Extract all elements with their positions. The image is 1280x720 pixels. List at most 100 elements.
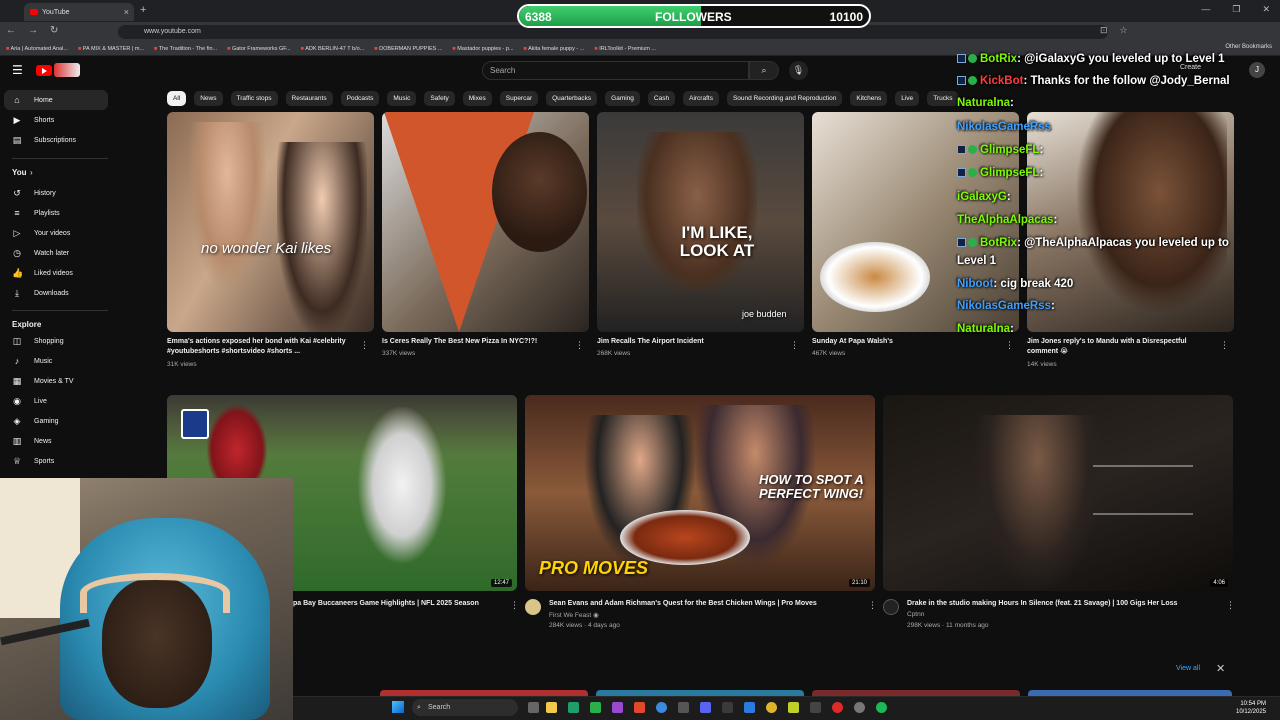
task-view-icon[interactable]: [528, 702, 539, 713]
chip-all[interactable]: All: [167, 91, 187, 106]
more-options-icon[interactable]: ⋮: [868, 600, 877, 611]
sidebar-item-playlists[interactable]: ≡ Playlists: [4, 203, 108, 223]
sidebar-item-home[interactable]: ⌂ Home: [4, 90, 108, 110]
app-icon[interactable]: [810, 702, 821, 713]
install-app-icon[interactable]: ⊡: [1100, 25, 1108, 36]
other-bookmarks[interactable]: Other Bookmarks: [1225, 44, 1272, 50]
video-title[interactable]: Sean Evans and Adam Richman's Quest for …: [549, 600, 817, 607]
new-tab-icon[interactable]: +: [140, 4, 146, 16]
reload-icon[interactable]: ↻: [50, 25, 58, 36]
discord-icon[interactable]: [700, 702, 711, 713]
sidebar-you-heading[interactable]: You: [12, 168, 27, 177]
chip-traffic-stops[interactable]: Traffic stops: [230, 91, 278, 106]
app-icon[interactable]: [788, 702, 799, 713]
sidebar-item-shorts[interactable]: ▶ Shorts: [4, 110, 108, 130]
sidebar-item-downloads[interactable]: ⤓ Downloads: [4, 283, 108, 303]
microphone-icon[interactable]: 🎙: [789, 61, 808, 80]
minimize-icon[interactable]: —: [1201, 4, 1210, 15]
app-icon[interactable]: [678, 702, 689, 713]
sidebar-item-subscriptions[interactable]: ▤ Subscriptions: [4, 130, 108, 150]
app-icon[interactable]: [832, 702, 843, 713]
sidebar-item-news[interactable]: ▥ News: [4, 431, 108, 451]
sidebar-item-shopping[interactable]: ◫ Shopping: [4, 331, 108, 351]
back-icon[interactable]: ←: [6, 25, 16, 36]
close-window-icon[interactable]: ✕: [1262, 4, 1270, 15]
bookmark-item[interactable]: PA MIX & MASTER | m...: [78, 46, 144, 52]
chip-quarterbacks[interactable]: Quarterbacks: [546, 91, 598, 106]
more-options-icon[interactable]: ⋮: [1005, 340, 1014, 351]
maximize-icon[interactable]: ❐: [1232, 4, 1240, 15]
video-title[interactable]: pa Bay Buccaneers Game Highlights | NFL …: [293, 600, 479, 607]
chip-cash[interactable]: Cash: [647, 91, 676, 106]
taskbar-search[interactable]: ⌕ Search: [412, 699, 518, 716]
app-icon[interactable]: [722, 702, 733, 713]
chip-aircrafts[interactable]: Aircrafts: [683, 91, 719, 106]
chip-music[interactable]: Music: [387, 91, 417, 106]
bookmark-item[interactable]: Aria | Automated Anal...: [6, 46, 68, 52]
taskbar-clock[interactable]: 10:54 PM 10/12/2025: [1236, 700, 1266, 716]
more-options-icon[interactable]: ⋮: [510, 600, 519, 611]
chip-safety[interactable]: Safety: [424, 91, 455, 106]
short-thumbnail[interactable]: no wonder Kai likes: [167, 112, 374, 332]
hamburger-menu-icon[interactable]: ☰: [12, 63, 23, 77]
app-icon[interactable]: [590, 702, 601, 713]
more-options-icon[interactable]: ⋮: [790, 340, 799, 351]
chip-news[interactable]: News: [194, 91, 223, 106]
channel-avatar[interactable]: [883, 599, 899, 615]
browser-tab[interactable]: YouTube ×: [24, 3, 134, 21]
view-all-link[interactable]: View all: [1176, 665, 1200, 672]
chip-supercar[interactable]: Supercar: [499, 91, 539, 106]
bookmark-item[interactable]: ADK BERLIN-47 T b/o...: [301, 46, 364, 52]
sidebar-item-history[interactable]: ↺ History: [4, 183, 108, 203]
short-title[interactable]: Jim Recalls The Airport Incident: [597, 337, 787, 347]
more-options-icon[interactable]: ⋮: [360, 340, 369, 351]
bookmark-item[interactable]: DOBERMAN PUPPIES ...: [374, 46, 442, 52]
short-thumbnail[interactable]: [1027, 112, 1234, 332]
bookmark-item[interactable]: IRLToolkit - Premium ...: [594, 46, 656, 52]
chrome-icon[interactable]: [766, 702, 777, 713]
create-button[interactable]: Create: [1180, 64, 1201, 71]
bookmark-item[interactable]: Gator Frameworks GF...: [227, 46, 291, 52]
channel-name[interactable]: Cptnn: [907, 611, 924, 618]
app-icon[interactable]: [568, 702, 579, 713]
channel-avatar[interactable]: [525, 599, 541, 615]
sidebar-item-gaming[interactable]: ◈ Gaming: [4, 411, 108, 431]
bookmark-item[interactable]: Mastador puppies - p...: [452, 46, 513, 52]
short-thumbnail[interactable]: I'M LIKE, LOOK AT joe budden: [597, 112, 804, 332]
more-options-icon[interactable]: ⋮: [1220, 340, 1229, 351]
sidebar-item-movies-tv[interactable]: ▦ Movies & TV: [4, 371, 108, 391]
sidebar-item-sports[interactable]: ♕ Sports: [4, 451, 108, 471]
chip-mixes[interactable]: Mixes: [462, 91, 492, 106]
more-options-icon[interactable]: ⋮: [1226, 600, 1235, 611]
sidebar-item-watch-later[interactable]: ◷ Watch later: [4, 243, 108, 263]
short-thumbnail[interactable]: [382, 112, 589, 332]
app-icon[interactable]: [744, 702, 755, 713]
search-input[interactable]: Search: [482, 61, 749, 80]
video-thumbnail[interactable]: 4:06: [883, 395, 1233, 591]
spotify-icon[interactable]: [876, 702, 887, 713]
video-title[interactable]: Drake in the studio making Hours In Sile…: [907, 600, 1177, 607]
short-title[interactable]: Sunday At Papa Walsh's: [812, 337, 1002, 347]
bookmark-item[interactable]: Akita female puppy - ...: [524, 46, 584, 52]
video-thumbnail[interactable]: HOW TO SPOT A PERFECT WING! PRO MOVES 21…: [525, 395, 875, 591]
channel-name[interactable]: First We Feast ◉: [549, 611, 599, 619]
file-explorer-icon[interactable]: [546, 702, 557, 713]
close-icon[interactable]: ✕: [1216, 662, 1225, 675]
bookmark-star-icon[interactable]: ☆: [1120, 25, 1128, 36]
app-icon[interactable]: [612, 702, 623, 713]
chip-trucks[interactable]: Trucks: [927, 91, 959, 106]
edge-icon[interactable]: [656, 702, 667, 713]
sidebar-item-live[interactable]: ◉ Live: [4, 391, 108, 411]
sidebar-item-music[interactable]: ♪ Music: [4, 351, 108, 371]
forward-icon[interactable]: →: [28, 25, 38, 36]
youtube-logo-icon[interactable]: [36, 65, 52, 76]
short-title[interactable]: Emma's actions exposed her bond with Kai…: [167, 337, 357, 357]
obs-icon[interactable]: [854, 702, 865, 713]
short-title[interactable]: Jim Jones reply's to Mandu with a Disres…: [1027, 337, 1217, 357]
chip-podcasts[interactable]: Podcasts: [340, 91, 380, 106]
short-title[interactable]: Is Ceres Really The Best New Pizza In NY…: [382, 337, 572, 347]
chip-kitchens[interactable]: Kitchens: [850, 91, 888, 106]
sidebar-item-your-videos[interactable]: ▷ Your videos: [4, 223, 108, 243]
more-options-icon[interactable]: ⋮: [575, 340, 584, 351]
chip-gaming[interactable]: Gaming: [605, 91, 640, 106]
